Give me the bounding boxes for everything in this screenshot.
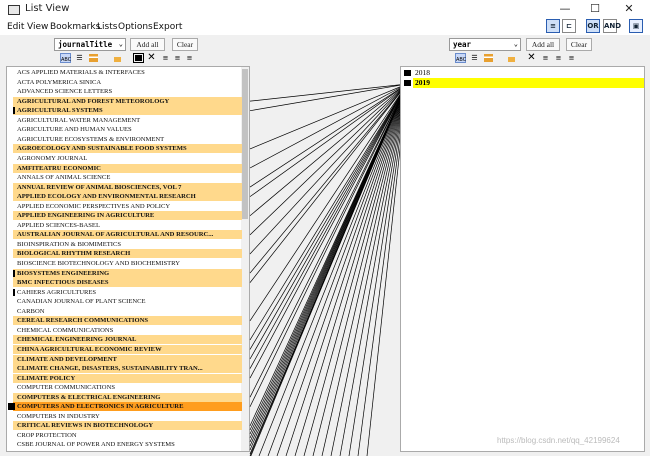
link-line — [249, 83, 408, 321]
link-line — [258, 83, 408, 456]
link-line — [249, 83, 408, 102]
watermark: https://blog.csdn.net/qq_42199624 — [497, 436, 620, 445]
year-marker — [404, 70, 411, 76]
year-list[interactable]: 2018 2019 — [400, 66, 645, 452]
link-line — [249, 83, 408, 379]
link-line — [321, 83, 408, 456]
link-line — [348, 83, 408, 456]
link-line — [249, 83, 408, 283]
year-marker — [404, 80, 411, 86]
link-line — [276, 83, 408, 456]
year-row[interactable]: 2018 — [415, 68, 643, 78]
link-line — [330, 83, 408, 456]
year-label: 2018 — [415, 68, 430, 77]
year-label: 2019 — [415, 78, 430, 87]
link-line — [249, 83, 408, 360]
link-line — [339, 83, 408, 456]
link-line — [249, 83, 408, 217]
year-row-selected[interactable]: 2019 — [413, 78, 644, 88]
link-line — [249, 83, 408, 398]
link-line — [249, 83, 408, 407]
link-line — [267, 83, 408, 456]
link-line — [294, 83, 408, 456]
